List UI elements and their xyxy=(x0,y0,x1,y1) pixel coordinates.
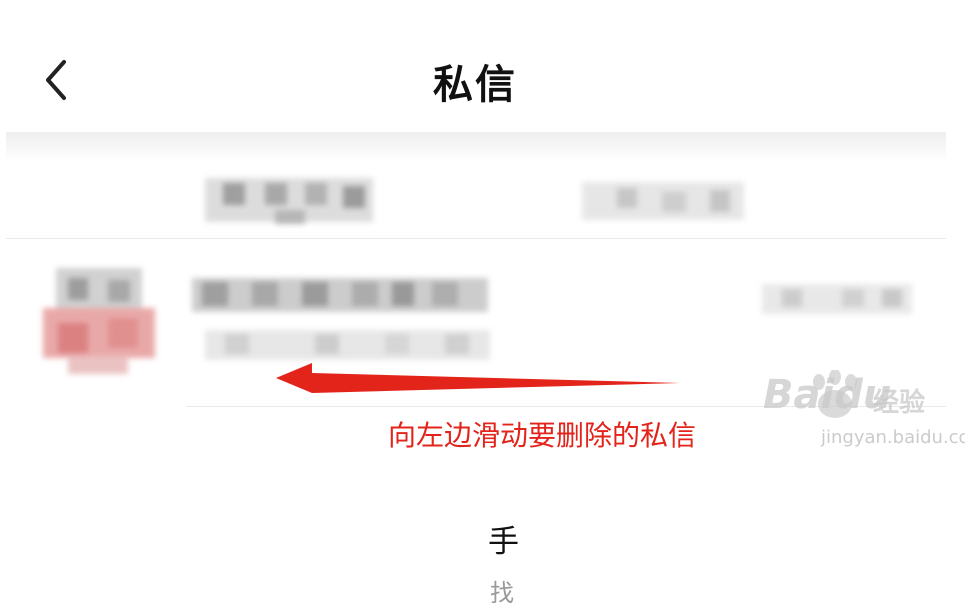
annotation-hint: 向左边滑动要删除的私信 xyxy=(388,419,697,452)
contact-name-suffix: 手 xyxy=(488,524,519,560)
watermark-url: jingyan.baidu.com xyxy=(821,427,965,448)
watermark: Baidu 经验 jingyan.baidu.com xyxy=(745,370,965,467)
message-preview-suffix: 找 xyxy=(490,579,514,607)
watermark-brand-cn: 经验 xyxy=(873,388,926,418)
